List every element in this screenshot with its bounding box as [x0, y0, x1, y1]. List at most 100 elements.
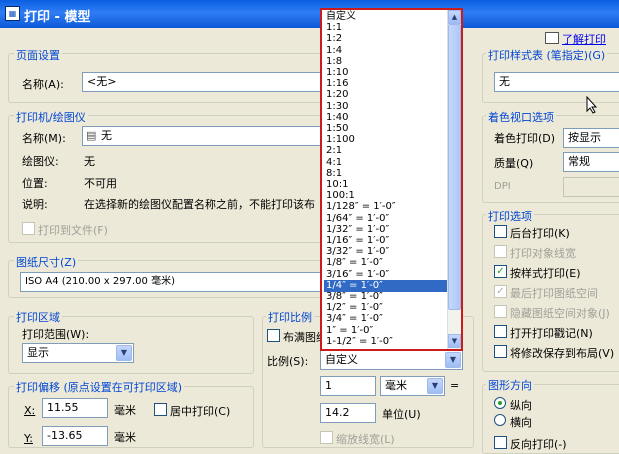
plot-area-label: 打印区域 — [14, 309, 62, 325]
description-value: 在选择新的绘图仪配置名称之前，不能打印该布 — [84, 198, 315, 211]
offset-y-input[interactable]: -13.65 — [42, 426, 108, 446]
scale-list-item[interactable]: 1:8 — [324, 56, 448, 68]
paper-size-label: 图纸尺寸(Z) — [14, 254, 79, 270]
scale-dropdown-list[interactable]: 自定义 1:1 1:2 1:4 1:8 1:10 1:16 1:20 1:30 1:40 1:50 1… — [320, 8, 463, 351]
scale-list-item[interactable]: 1:20 — [324, 89, 448, 101]
landscape-label: 横向 — [510, 416, 532, 429]
chevron-down-icon: ▼ — [116, 345, 132, 361]
window-title: 打印 - 模型 — [24, 10, 91, 25]
scale-dropdown[interactable]: 自定义 ▼ — [320, 350, 463, 370]
portrait-radio[interactable] — [494, 397, 506, 409]
scale-list-item[interactable]: 8:1 — [324, 168, 448, 180]
center-plot-checkbox[interactable] — [154, 403, 167, 416]
scale-lineweight-checkbox[interactable] — [320, 431, 333, 444]
scale-list-item[interactable]: 1:2 — [324, 33, 448, 45]
plot-range-dropdown[interactable]: 显示 ▼ — [22, 343, 134, 363]
printer-name-dropdown[interactable]: 无 ▤ — [82, 126, 322, 146]
dpi-label: DPI — [494, 181, 511, 192]
quality-label: 质量(Q) — [494, 157, 534, 170]
landscape-radio[interactable] — [494, 414, 506, 426]
app-icon: ▦ — [5, 6, 20, 21]
scale-list-item[interactable]: 1″ = 1′-0″ — [324, 325, 448, 337]
help-book-icon — [545, 32, 559, 44]
scale-list-item[interactable]: 100:1 — [324, 190, 448, 202]
scale-list-item[interactable]: 1:10 — [324, 67, 448, 79]
scale-list-item[interactable]: 1/16″ = 1′-0″ — [324, 235, 448, 247]
plot-option-label: 隐藏图纸空间对象(J) — [510, 307, 610, 320]
plot-option-label: 后台打印(K) — [510, 227, 570, 240]
plot-option-checkbox[interactable] — [494, 305, 507, 318]
plot-option-checkbox[interactable]: ✓ — [494, 265, 507, 278]
location-value: 不可用 — [84, 177, 117, 190]
paper-size-dropdown[interactable]: ISO A4 (210.00 x 297.00 毫米) — [20, 272, 322, 292]
offset-y-label: Y: — [24, 432, 33, 445]
printer-icon: ▤ — [86, 129, 97, 142]
scrollbar-thumb[interactable] — [448, 24, 461, 310]
scroll-down-icon[interactable]: ▼ — [448, 334, 461, 348]
scale-list-item[interactable]: 2:1 — [324, 145, 448, 157]
scale-list-item[interactable]: 1/4″ = 1′-0″ — [324, 279, 448, 292]
printer-name-label: 名称(M): — [22, 132, 66, 145]
plot-option-label: 将修改保存到布局(V) — [510, 347, 615, 360]
scale-list-item[interactable]: 4:1 — [324, 157, 448, 169]
scale-list-item[interactable]: 1/8″ = 1′-0″ — [324, 257, 448, 269]
offset-y-unit: 毫米 — [114, 431, 136, 444]
scale-list-item[interactable]: 1:40 — [324, 112, 448, 124]
scale-list-item[interactable]: 1/64″ = 1′-0″ — [324, 213, 448, 225]
quality-dropdown[interactable]: 常规 — [563, 152, 619, 172]
scale-list-item[interactable]: 1-1/2″ = 1′-0″ — [324, 336, 448, 348]
plot-option-checkbox[interactable] — [494, 345, 507, 358]
scale-list-item[interactable]: 3/4″ = 1′-0″ — [324, 313, 448, 325]
dpi-input[interactable] — [563, 177, 619, 197]
help-link[interactable]: 了解打印 — [562, 31, 606, 47]
chevron-down-icon: ▼ — [445, 352, 461, 368]
plot-option-checkbox[interactable] — [494, 245, 507, 258]
plot-option-checkbox[interactable] — [494, 325, 507, 338]
shade-plot-dropdown[interactable]: 按显示 — [563, 128, 619, 148]
plot-option-checkbox[interactable] — [494, 225, 507, 238]
orientation-label: 图形方向 — [486, 377, 534, 393]
page-setup-label: 页面设置 — [14, 47, 62, 63]
plot-style-dropdown[interactable]: 无 — [494, 72, 619, 92]
reverse-plot-label: 反向打印(-) — [510, 438, 567, 451]
scale-list-item[interactable]: 3/32″ = 1′-0″ — [324, 246, 448, 258]
scale-list-item[interactable]: 1:30 — [324, 101, 448, 113]
fit-to-paper-checkbox[interactable] — [267, 329, 280, 342]
plot-option-checkbox[interactable]: ✓ — [494, 285, 507, 298]
scale-list-item[interactable]: 1:16 — [324, 78, 448, 90]
plotter-value: 无 — [84, 155, 95, 168]
scale-unit-dropdown[interactable]: 毫米 ▼ — [380, 376, 445, 396]
scale-list-item[interactable]: 10:1 — [324, 179, 448, 191]
offset-x-label: X: — [24, 404, 36, 417]
scale-number-input[interactable]: 1 — [320, 376, 376, 396]
equals-sign: = — [450, 379, 460, 392]
scale-list-item[interactable]: 自定义 — [324, 11, 448, 23]
scale-list-item[interactable]: 3/8″ = 1′-0″ — [324, 291, 448, 303]
scale-list-item[interactable]: 1/32″ = 1′-0″ — [324, 224, 448, 236]
scale-list-item[interactable]: 3/16″ = 1′-0″ — [324, 269, 448, 281]
plot-range-label: 打印范围(W): — [22, 328, 90, 341]
scale-list-item[interactable]: 1/128″ = 1′-0″ — [324, 201, 448, 213]
chevron-down-icon: ▼ — [427, 378, 443, 394]
plot-offset-label: 打印偏移 (原点设置在可打印区域) — [14, 379, 185, 395]
plot-option-label: 按样式打印(E) — [510, 267, 581, 280]
scale-list-item[interactable]: 1:4 — [324, 45, 448, 57]
plot-option-label: 最后打印图纸空间 — [510, 287, 598, 300]
reverse-plot-checkbox[interactable] — [494, 436, 507, 449]
list-scrollbar[interactable]: ▲ ▼ — [447, 10, 461, 349]
shade-plot-label: 着色打印(D) — [494, 132, 556, 145]
scale-label: 比例(S): — [267, 355, 309, 368]
scale-units-input[interactable]: 14.2 — [320, 403, 376, 423]
scale-list-item[interactable]: 1/2″ = 1′-0″ — [324, 302, 448, 314]
mouse-cursor — [586, 96, 598, 114]
printer-label: 打印机/绘图仪 — [14, 109, 88, 125]
scale-list-item[interactable]: 1:50 — [324, 123, 448, 135]
print-to-file-checkbox[interactable] — [22, 222, 35, 235]
description-label: 说明: — [22, 198, 48, 211]
print-to-file-label: 打印到文件(F) — [38, 224, 108, 237]
scale-list-item[interactable]: 1:1 — [324, 22, 448, 34]
scale-list-item[interactable]: 1:100 — [324, 134, 448, 146]
page-setup-name-dropdown[interactable]: <无> — [82, 72, 322, 92]
offset-x-input[interactable]: 11.55 — [42, 398, 108, 418]
scroll-up-icon[interactable]: ▲ — [448, 10, 461, 24]
